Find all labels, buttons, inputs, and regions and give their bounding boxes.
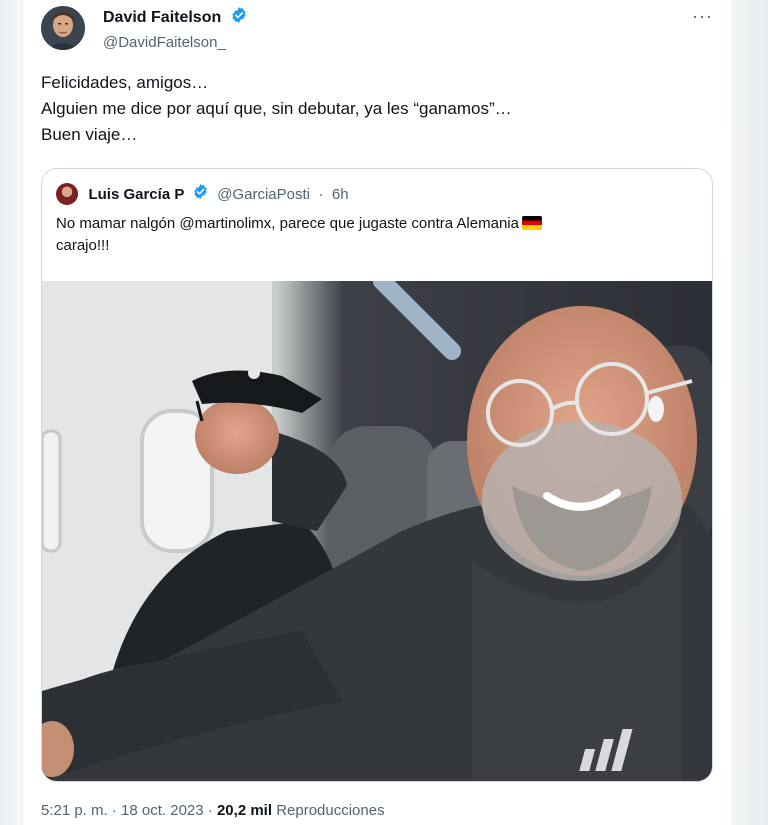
tweet-text-line: Alguien me dice por aquí que, sin debuta… [41, 99, 512, 118]
more-dots-icon[interactable]: ··· [692, 6, 713, 27]
views-count[interactable]: 20,2 mil [217, 802, 272, 819]
quoted-tweet-text: No mamar nalgón @martinolimx, parece que… [56, 213, 696, 257]
quoted-tweet-photo[interactable] [42, 272, 712, 781]
tweet-text-line: Buen viaje… [41, 125, 138, 144]
tweet-footer: 5:21 p. m. · 18 oct. 2023 · 20,2 mil Rep… [41, 802, 385, 819]
verified-badge-icon [192, 183, 209, 205]
quoted-tweet-header: Luis García P @GarciaPosti · 6h [56, 183, 349, 207]
dot-separator: · [111, 802, 117, 819]
dot-separator: · [318, 185, 324, 203]
tweet-card[interactable]: David Faitelson @DavidFaitelson_ ··· Fel… [22, 0, 732, 825]
quoted-tweet-time[interactable]: 6h [332, 186, 349, 203]
quoted-author-name[interactable]: Luis García P [88, 186, 184, 203]
author-avatar[interactable] [41, 6, 85, 50]
quoted-text-line: carajo!!! [56, 237, 110, 254]
background-right-edge [730, 0, 768, 825]
tweet-timestamp[interactable]: 5:21 p. m. [41, 802, 108, 819]
author-handle[interactable]: @DavidFaitelson_ [103, 34, 248, 51]
tweet-text: Felicidades, amigos… Alguien me dice por… [41, 70, 701, 148]
dot-separator: · [207, 802, 213, 819]
tweet-text-line: Felicidades, amigos… [41, 73, 209, 92]
quoted-author-avatar[interactable] [56, 183, 78, 205]
background-left-edge [0, 0, 20, 825]
quoted-author-handle[interactable]: @GarciaPosti [217, 186, 310, 203]
author-block: David Faitelson @DavidFaitelson_ [103, 6, 248, 51]
views-label[interactable]: Reproducciones [276, 802, 384, 819]
quoted-tweet[interactable]: Luis García P @GarciaPosti · 6h No mamar… [41, 168, 713, 782]
verified-badge-icon [230, 6, 248, 29]
quoted-text-line: No mamar nalgón @martinolimx, parece que… [56, 215, 519, 232]
screenshot-frame: David Faitelson @DavidFaitelson_ ··· Fel… [0, 0, 768, 825]
author-name[interactable]: David Faitelson [103, 9, 221, 27]
germany-flag-icon [521, 216, 542, 230]
tweet-date[interactable]: 18 oct. 2023 [121, 802, 204, 819]
